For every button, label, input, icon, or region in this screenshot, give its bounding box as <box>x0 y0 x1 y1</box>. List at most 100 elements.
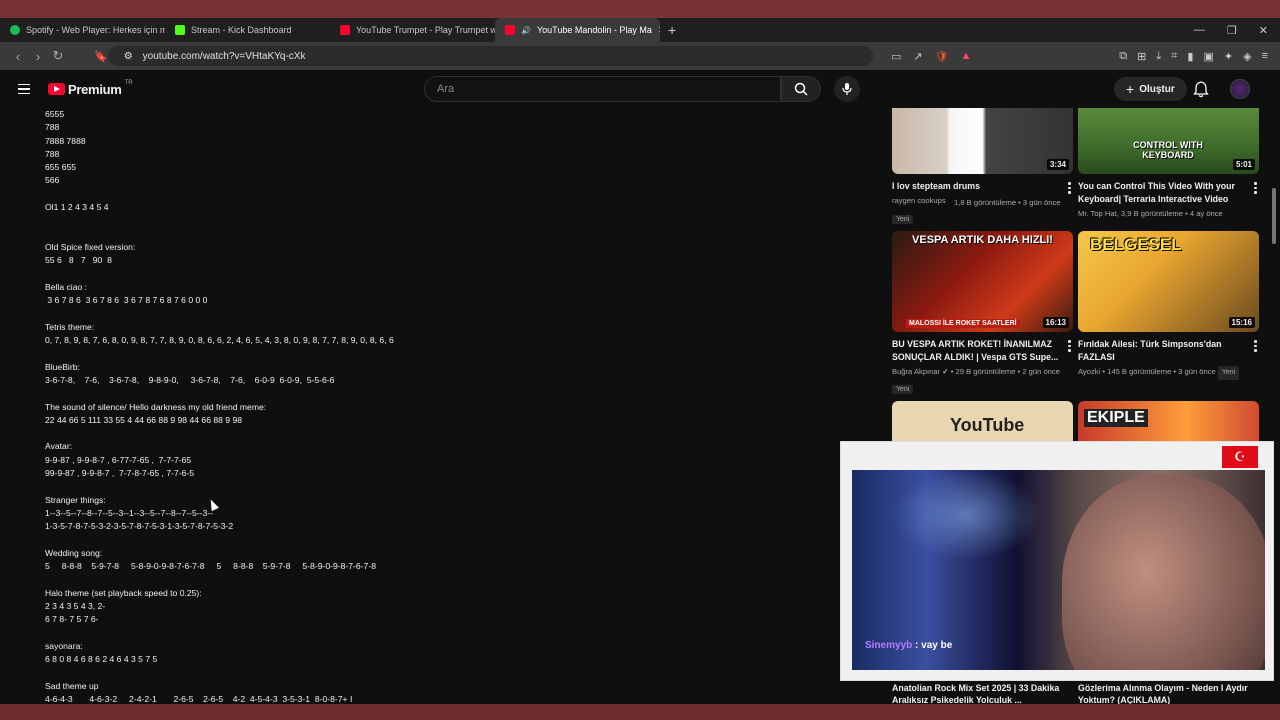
tab-label: YouTube Mandolin - Play Ma <box>536 25 652 35</box>
description-line <box>45 307 445 320</box>
description-line: 55 6 8 7 90 8 <box>45 255 112 266</box>
screenshot-icon[interactable]: ⌗ <box>1171 50 1177 63</box>
channel-and-views: Buğra Akpınar ✔ • 29 B görüntüleme • 2 g… <box>892 366 1060 376</box>
video-views-date: 29 B görüntüleme • 2 gün önce <box>955 366 1060 376</box>
channel-name[interactable]: Mr. Top Hat <box>1078 209 1117 218</box>
vpn-icon[interactable]: ◈ <box>1243 50 1251 63</box>
description-line: Old Spice fixed version: <box>45 241 136 252</box>
thumbnail-headline: EKIPLE <box>1084 409 1148 427</box>
description-line: 0, 7, 8, 9, 8, 7, 6, 8, 0, 9, 8, 7, 7, 8… <box>45 335 394 346</box>
browser-tab-spotify[interactable]: Spotify - Web Player: Herkes için mü <box>0 18 165 42</box>
url-text: youtube.com/watch?v=VHtaKYq-cXk <box>142 50 306 62</box>
youtube-premium-logo[interactable]: Premium TR <box>48 80 133 97</box>
video-thumbnail[interactable]: BELGESEL 15:16 <box>1078 231 1259 332</box>
menu-icon[interactable]: ≡ <box>1262 50 1268 63</box>
description-line: 22 44 66 5 111 33 55 4 44 66 88 9 98 44 … <box>45 414 243 425</box>
duration-badge: 15:16 <box>1228 317 1255 328</box>
video-thumbnail[interactable]: 3:34 <box>892 108 1073 174</box>
account-avatar[interactable] <box>1230 79 1250 99</box>
video-thumbnail[interactable]: EKIPLE <box>1078 401 1259 441</box>
extensions-icon[interactable]: ⧉ <box>1119 50 1127 63</box>
channel-and-views: Ayozki • 145 B görüntüleme • 3 gün önce … <box>1078 365 1260 380</box>
browser-tab-kick[interactable]: Stream - Kick Dashboard <box>165 18 330 42</box>
url-field[interactable]: 🔖 ⚙ youtube.com/watch?v=VHtaKYq-cXk <box>94 46 873 66</box>
wallet-icon[interactable]: ▣ <box>1203 50 1213 63</box>
video-title[interactable]: BU VESPA ARTIK ROKET! İNANILMAZ SONUÇLAR… <box>892 338 1060 364</box>
description-line: 6 8 0 8 4 6 8 6 2 4 6 4 3 5 7 5 <box>45 654 158 665</box>
video-thumbnail[interactable]: YouTube <box>892 401 1073 441</box>
new-tab-button[interactable]: + <box>660 22 684 38</box>
create-button[interactable]: + Oluştur <box>1114 77 1187 101</box>
stage-light <box>892 470 1042 560</box>
description-line: 566 <box>45 175 60 186</box>
description-line <box>45 480 445 493</box>
desktop-taskbar-strip <box>0 704 1280 720</box>
back-button[interactable]: ‹ <box>8 49 28 64</box>
video-thumbnail[interactable]: VESPA ARTIK DAHA HIZLI! MALOSSI İLE ROKE… <box>892 231 1073 332</box>
search-placeholder: Ara <box>437 83 455 95</box>
description-line: The sound of silence/ Hello darkness my … <box>45 401 267 412</box>
search-input[interactable]: Ara <box>424 76 781 102</box>
video-views-date: 1,8 B görüntüleme • 3 gün önce <box>954 198 1061 207</box>
video-title[interactable]: You can Control This Video With your Key… <box>1078 180 1246 206</box>
more-actions-icon[interactable] <box>1068 340 1072 352</box>
video-thumbnail[interactable]: CONTROL WITH KEYBOARD 5:01 <box>1078 108 1259 174</box>
description-line: Bella ciao : <box>45 281 88 292</box>
close-window-button[interactable]: ✕ <box>1259 24 1268 37</box>
description-line: Tetris theme: <box>45 321 95 332</box>
youtube-play-icon <box>48 83 65 95</box>
channel-name[interactable]: Ayozki <box>1078 367 1100 376</box>
video-views-date: 145 B görüntüleme • 3 gün önce <box>1107 366 1216 376</box>
recommendation-card[interactable]: YouTube <box>892 401 1074 441</box>
sidebar-scrollbar[interactable] <box>1272 188 1276 244</box>
recommendation-card[interactable]: EKIPLE <box>1078 401 1260 441</box>
voice-search-button[interactable] <box>834 76 860 102</box>
search-button[interactable] <box>781 76 821 102</box>
cast-icon[interactable]: ▭ <box>891 50 901 63</box>
browser-tab-youtube-trumpet[interactable]: YouTube Trumpet - Play Trumpet wit <box>330 18 495 42</box>
leo-icon[interactable]: ✦ <box>1224 50 1233 63</box>
restore-button[interactable]: ❐ <box>1227 24 1237 37</box>
thumbnail-headline: BELGESEL <box>1090 235 1182 254</box>
reload-button[interactable]: ↻ <box>48 48 68 64</box>
spotify-icon <box>10 25 20 35</box>
notifications-bell-icon[interactable] <box>1192 80 1210 98</box>
streamer-face <box>1062 475 1265 670</box>
site-info-icon[interactable]: ⚙ <box>124 51 133 62</box>
brave-rewards-icon[interactable]: ▲ <box>961 50 972 63</box>
description-line <box>45 268 445 281</box>
translate-icon[interactable]: ⊞ <box>1137 50 1146 63</box>
stream-overlay-window[interactable]: ☪ Sinemyyb : vay be <box>840 441 1274 681</box>
sidebar-icon[interactable]: ▮ <box>1187 50 1193 63</box>
download-icon[interactable]: ⤓ <box>1156 50 1161 63</box>
recommendation-card[interactable]: CONTROL WITH KEYBOARD 5:01 You can Contr… <box>1078 108 1260 220</box>
more-actions-icon[interactable] <box>1254 340 1258 352</box>
microphone-icon <box>842 83 852 95</box>
minimize-button[interactable]: — <box>1194 24 1205 37</box>
forward-button[interactable]: › <box>28 49 48 64</box>
video-title[interactable]: Fırıldak Ailesi: Türk Simpsons'dan FAZLA… <box>1078 338 1246 364</box>
bookmark-icon[interactable]: 🔖 <box>94 50 108 63</box>
new-badge: Yeni <box>1217 365 1240 380</box>
recommendation-card[interactable]: 3:34 I lov stepteam drums raygen cookups <box>892 108 1074 207</box>
description-line: Ol1 1 2 4 3 4 5 4 <box>45 202 109 213</box>
description-line: 1-3-5-7-8-7-5-3-2-3-5-7-8-7-5-3-1-3-5-7-… <box>45 521 234 532</box>
more-actions-icon[interactable] <box>1068 182 1072 194</box>
tab-label: YouTube Trumpet - Play Trumpet wit <box>356 25 495 35</box>
duration-badge: 5:01 <box>1232 159 1255 170</box>
channel-name[interactable]: Buğra Akpınar <box>892 367 940 376</box>
recommendation-card[interactable]: VESPA ARTIK DAHA HIZLI! MALOSSI İLE ROKE… <box>892 231 1074 396</box>
description-line: Sad theme up <box>45 680 99 691</box>
share-icon[interactable]: ↗ <box>913 50 922 63</box>
thumbnail-headline: VESPA ARTIK DAHA HIZLI! <box>912 234 1053 246</box>
video-title[interactable]: I lov stepteam drums <box>892 180 1060 193</box>
youtube-header: Premium TR Ara + Oluştur <box>0 70 1280 108</box>
recommendation-card[interactable]: BELGESEL 15:16 Fırıldak Ailesi: Türk Sim… <box>1078 231 1260 380</box>
description-line <box>45 534 445 547</box>
browser-tab-youtube-mandolin[interactable]: 🔊 YouTube Mandolin - Play Ma ✕ <box>495 18 660 42</box>
brave-shield-icon[interactable]: 🛡 <box>935 50 949 63</box>
more-actions-icon[interactable] <box>1254 182 1258 194</box>
hamburger-menu-icon[interactable] <box>18 83 30 95</box>
create-label: Oluştur <box>1139 83 1175 95</box>
description-line <box>45 627 445 640</box>
